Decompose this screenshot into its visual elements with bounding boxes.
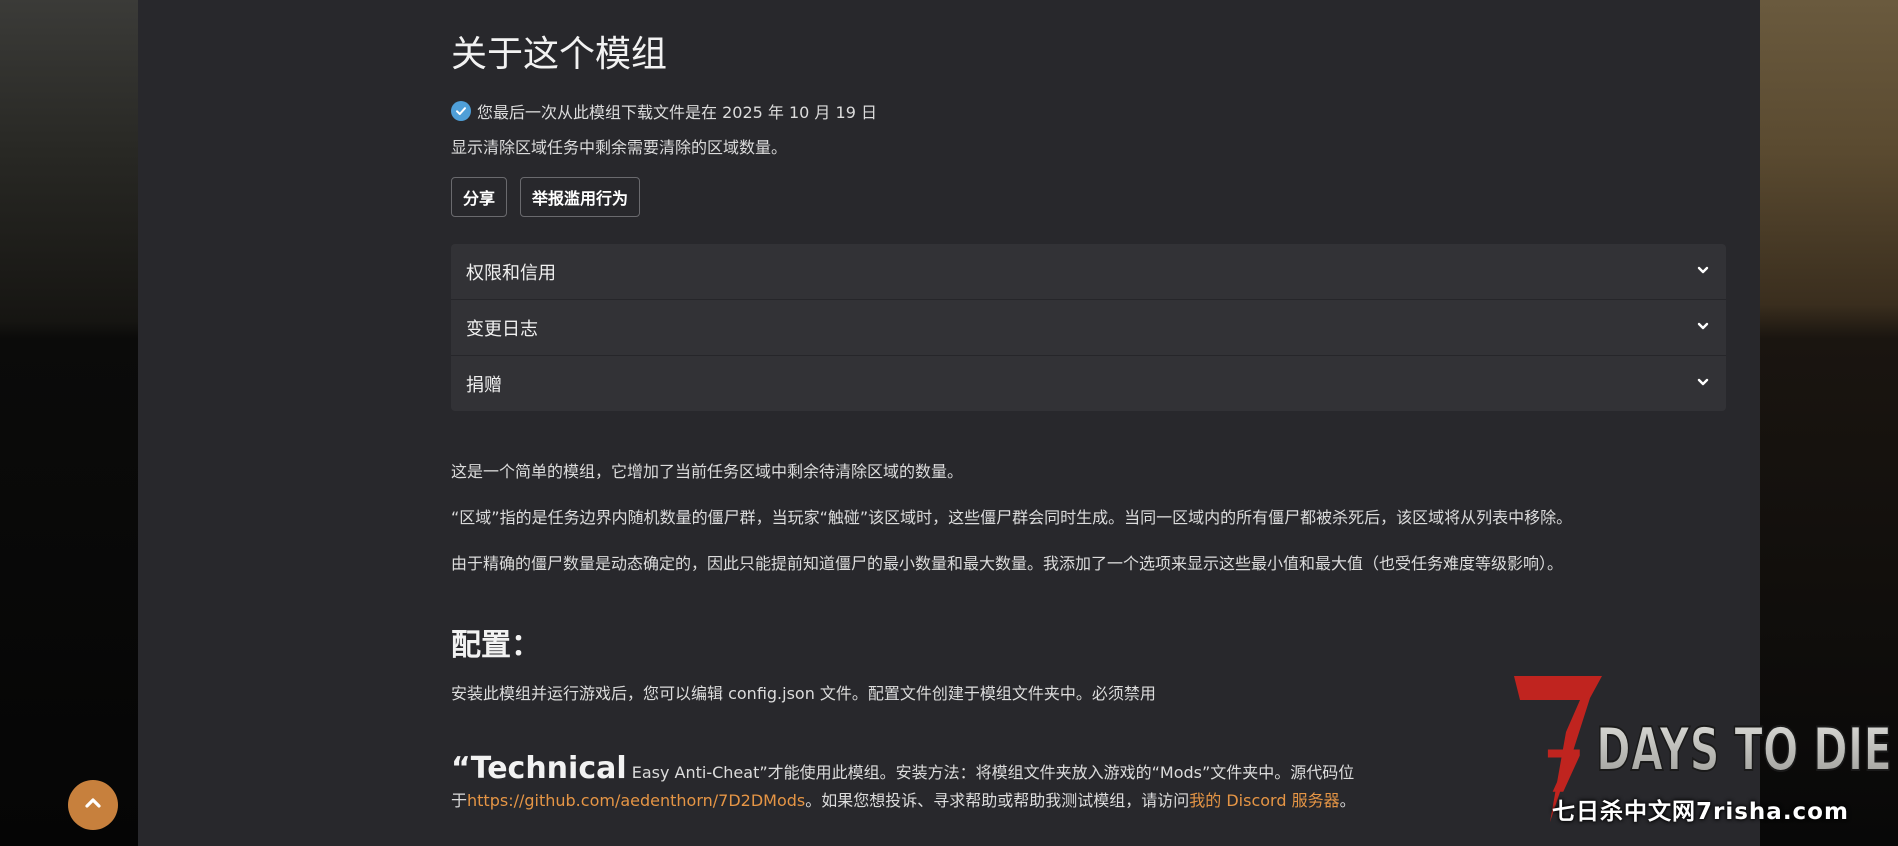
chevron-up-icon: [83, 793, 103, 817]
technical-line: “Technical Easy Anti-Cheat”才能使用此模组。安装方法：…: [451, 751, 1354, 786]
share-button[interactable]: 分享: [451, 177, 508, 217]
source-suffix: 。: [1339, 791, 1356, 810]
technical-big-text: “Technical: [451, 751, 627, 786]
chevron-down-icon: [1696, 262, 1710, 281]
logo-watermark: 七日杀中文网7risha.com: [1552, 799, 1849, 825]
discord-link[interactable]: 我的 Discord 服务器: [1189, 791, 1339, 810]
report-abuse-button[interactable]: 举报滥用行为: [520, 177, 641, 217]
page-title: 关于这个模组: [451, 34, 668, 75]
check-circle-icon: [451, 101, 471, 121]
logo-text: DAYS TO DIE: [1596, 715, 1892, 785]
description-paragraph-3: 由于精确的僵尸数量是动态确定的，因此只能提前知道僵尸的最小数量和最大数量。我添加…: [451, 554, 1564, 573]
source-mid: 。如果您想投诉、寻求帮助或帮助我测试模组，请访问: [805, 791, 1190, 810]
download-notice-text: 您最后一次从此模组下载文件是在 2025 年 10 月 19 日: [477, 103, 877, 122]
description-paragraph-2: “区域”指的是任务边界内随机数量的僵尸群，当玩家“触碰”该区域时，这些僵尸群会同…: [451, 508, 1573, 527]
info-accordion: 权限和信用 变更日志 捐赠: [451, 244, 1726, 411]
accordion-label: 捐赠: [466, 374, 502, 396]
accordion-donations[interactable]: 捐赠: [451, 356, 1726, 411]
config-text: 安装此模组并运行游戏后，您可以编辑 config.json 文件。配置文件创建于…: [451, 684, 1156, 703]
download-notice: 您最后一次从此模组下载文件是在 2025 年 10 月 19 日: [451, 99, 877, 123]
mod-summary: 显示清除区域任务中剩余需要清除的区域数量。: [451, 138, 788, 157]
source-line: 于https://github.com/aedenthorn/7D2DMods。…: [451, 787, 1356, 811]
scroll-to-top-button[interactable]: [68, 780, 118, 830]
source-prefix: 于: [451, 791, 468, 810]
accordion-label: 变更日志: [466, 318, 538, 340]
technical-rest-text: Easy Anti-Cheat”才能使用此模组。安装方法：将模组文件夹放入游戏的…: [626, 763, 1355, 782]
chevron-down-icon: [1696, 318, 1710, 337]
background-left: [0, 0, 138, 846]
config-heading: 配置：: [451, 628, 541, 663]
description-paragraph-1: 这是一个简单的模组，它增加了当前任务区域中剩余待清除区域的数量。: [451, 462, 964, 481]
accordion-permissions[interactable]: 权限和信用: [451, 244, 1726, 300]
accordion-changelog[interactable]: 变更日志: [451, 300, 1726, 356]
chevron-down-icon: [1696, 374, 1710, 393]
accordion-label: 权限和信用: [466, 262, 556, 284]
action-buttons: 分享 举报滥用行为: [451, 177, 641, 217]
github-link[interactable]: https://github.com/aedenthorn/7D2DMods: [467, 791, 805, 810]
